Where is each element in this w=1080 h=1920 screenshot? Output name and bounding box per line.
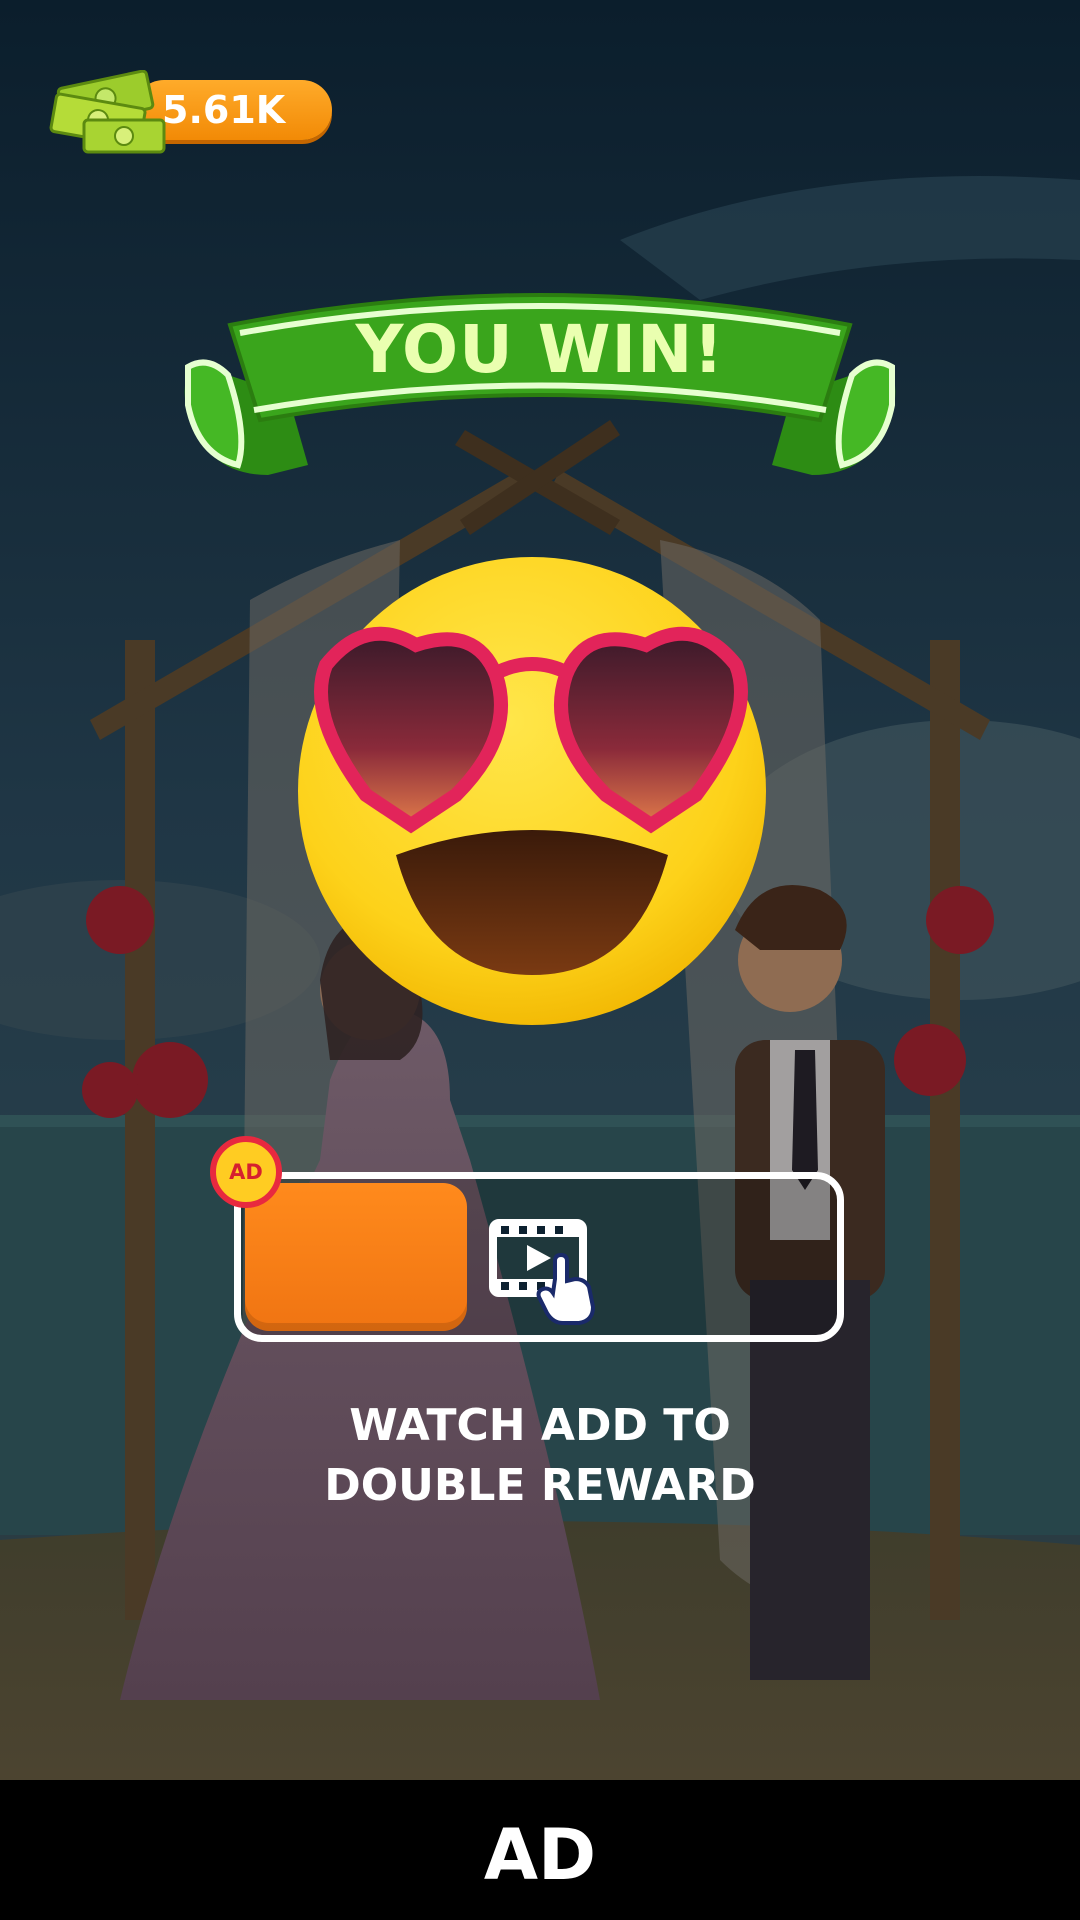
reward-amount-box[interactable] xyxy=(245,1183,467,1331)
ad-banner-label: AD xyxy=(483,1814,597,1896)
currency-counter: 5.61K xyxy=(44,70,332,154)
currency-amount: 5.61K xyxy=(162,88,286,132)
game-screen: 5.61K YOU WIN! AD WATCH ADD TO DOUBLE RE… xyxy=(0,0,1080,1920)
double-reward-button[interactable] xyxy=(234,1172,844,1342)
ad-badge-label: AD xyxy=(229,1160,263,1184)
video-tap-icon xyxy=(489,1219,596,1325)
heart-sunglasses-smiley-icon xyxy=(298,557,766,1025)
caption-line-1: WATCH ADD TO xyxy=(349,1400,731,1451)
you-win-banner: YOU WIN! xyxy=(178,275,902,495)
you-win-title: YOU WIN! xyxy=(355,311,725,388)
ad-badge: AD xyxy=(210,1136,282,1208)
caption-line-2: DOUBLE REWARD xyxy=(324,1460,756,1511)
watch-ad-caption: WATCH ADD TO DOUBLE REWARD xyxy=(240,1396,840,1516)
cash-stack-icon xyxy=(49,70,166,154)
ad-banner[interactable]: AD xyxy=(0,1780,1080,1920)
